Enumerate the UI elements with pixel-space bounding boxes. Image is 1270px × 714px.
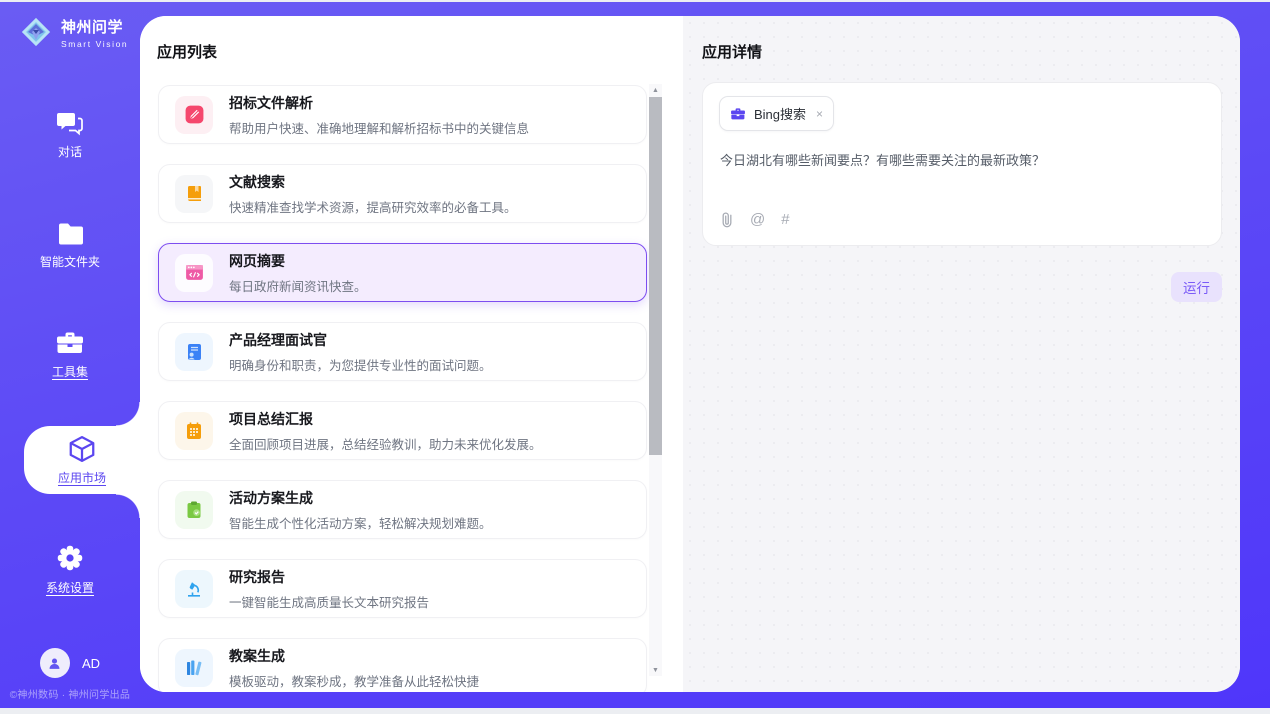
scrollbar-thumb[interactable] <box>649 97 662 455</box>
summary-icon <box>175 412 213 450</box>
interviewer-icon <box>175 333 213 371</box>
scrollbar-up-arrow[interactable]: ▲ <box>649 84 662 96</box>
app-detail-panel: 应用详情 Bing搜索 × 今日湖北有哪些新闻要点？有哪些需要关注的最新政策？ <box>683 16 1240 692</box>
active-tab-notch-bottom <box>116 494 140 518</box>
cube-icon <box>67 434 97 464</box>
prompt-input[interactable]: 今日湖北有哪些新闻要点？有哪些需要关注的最新政策？ <box>720 151 1204 171</box>
run-button[interactable]: 运行 <box>1171 272 1222 302</box>
app-desc: 明确身份和职责，为您提供专业性的面试问题。 <box>229 355 492 374</box>
app-card-event-plan[interactable]: 活动方案生成 智能生成个性化活动方案，轻松解决规划难题。 <box>158 480 647 539</box>
app-title: 研究报告 <box>229 567 429 587</box>
app-desc: 每日政府新闻资讯快查。 <box>229 276 367 295</box>
hashtag-icon[interactable]: # <box>781 211 789 228</box>
app-desc: 智能生成个性化活动方案，轻松解决规划难题。 <box>229 513 492 532</box>
paperclip-icon[interactable] <box>720 211 734 228</box>
sidebar-item-toolset[interactable]: 工具集 <box>0 330 140 380</box>
app-desc: 模板驱动，教案秒成，教学准备从此轻松快捷 <box>229 671 479 690</box>
attachment-toolbar: @ # <box>720 211 790 228</box>
mention-icon[interactable]: @ <box>750 211 765 228</box>
folder-icon <box>56 222 84 246</box>
tool-tag-label: Bing搜索 <box>754 104 806 123</box>
person-icon <box>46 655 63 672</box>
app-desc: 快速精准查找学术资源，提高研究效率的必备工具。 <box>229 197 517 216</box>
document-edit-icon <box>175 96 213 134</box>
sidebar-item-app-market[interactable]: 应用市场 <box>24 426 140 494</box>
app-desc: 帮助用户快速、准确地理解和解析招标书中的关键信息 <box>229 118 529 137</box>
sidebar-item-settings[interactable]: 系统设置 <box>0 544 140 596</box>
app-list-panel: 应用列表 招标文件解析 帮助用户快速、准确地理解和解析招标书中的关键信息 <box>140 16 683 692</box>
app-title: 项目总结汇报 <box>229 409 542 429</box>
app-card-research-report[interactable]: 研究报告 一键智能生成高质量长文本研究报告 <box>158 559 647 618</box>
diamond-logo-icon <box>18 14 54 50</box>
app-card-bid-parsing[interactable]: 招标文件解析 帮助用户快速、准确地理解和解析招标书中的关键信息 <box>158 85 647 144</box>
sidebar-item-label: 对话 <box>58 143 82 160</box>
app-title: 产品经理面试官 <box>229 330 492 350</box>
sidebar-item-label: 系统设置 <box>46 579 94 596</box>
active-tab-notch-top <box>116 402 140 426</box>
app-desc: 一键智能生成高质量长文本研究报告 <box>229 592 429 611</box>
sidebar-item-label: 智能文件夹 <box>40 253 100 270</box>
app-title: 教案生成 <box>229 646 479 666</box>
app-list-title: 应用列表 <box>157 41 217 62</box>
scrollbar-down-arrow[interactable]: ▼ <box>649 664 662 676</box>
chat-icon <box>56 110 84 136</box>
plan-check-icon <box>175 491 213 529</box>
main-content: 应用列表 招标文件解析 帮助用户快速、准确地理解和解析招标书中的关键信息 <box>140 16 1240 692</box>
app-title: 招标文件解析 <box>229 93 529 113</box>
brand-name: 神州问学 <box>61 16 128 37</box>
prompt-card: Bing搜索 × 今日湖北有哪些新闻要点？有哪些需要关注的最新政策？ @ # <box>702 82 1222 246</box>
avatar <box>40 648 70 678</box>
copyright-footer: ©神州数码 · 神州问学出品 <box>0 686 140 701</box>
app-frame: 神州问学 Smart Vision 对话 智能文件夹 工具集 <box>0 2 1270 708</box>
sidebar-item-label: 工具集 <box>52 363 88 380</box>
sidebar-item-chat[interactable]: 对话 <box>0 110 140 160</box>
app-card-literature-search[interactable]: 文献搜索 快速精准查找学术资源，提高研究效率的必备工具。 <box>158 164 647 223</box>
app-title: 文献搜索 <box>229 172 517 192</box>
sidebar: 神州问学 Smart Vision 对话 智能文件夹 工具集 <box>0 2 140 708</box>
brand-logo: 神州问学 Smart Vision <box>18 14 128 50</box>
list-scrollbar[interactable]: ▲ ▼ <box>649 84 662 676</box>
app-card-pm-interviewer[interactable]: 产品经理面试官 明确身份和职责，为您提供专业性的面试问题。 <box>158 322 647 381</box>
book-icon <box>175 175 213 213</box>
briefcase-icon <box>730 107 746 121</box>
tool-tag-bing-search[interactable]: Bing搜索 × <box>719 96 834 131</box>
brand-tagline: Smart Vision <box>61 39 128 49</box>
toolbox-icon <box>55 330 85 356</box>
webpage-icon <box>175 254 213 292</box>
app-detail-title: 应用详情 <box>702 41 762 62</box>
app-card-lesson-plan[interactable]: 教案生成 模板驱动，教案秒成，教学准备从此轻松快捷 <box>158 638 647 692</box>
books-icon <box>175 649 213 687</box>
app-card-web-summary-selected[interactable]: 网页摘要 每日政府新闻资讯快查。 <box>158 243 647 302</box>
sidebar-item-label: 应用市场 <box>58 469 106 486</box>
microscope-icon <box>175 570 213 608</box>
app-title: 活动方案生成 <box>229 488 492 508</box>
app-title: 网页摘要 <box>229 251 367 271</box>
gear-icon <box>56 544 84 572</box>
app-list: 招标文件解析 帮助用户快速、准确地理解和解析招标书中的关键信息 文献搜索 <box>158 85 647 692</box>
app-card-project-summary[interactable]: 项目总结汇报 全面回顾项目进展，总结经验教训，助力未来优化发展。 <box>158 401 647 460</box>
sidebar-item-smart-folder[interactable]: 智能文件夹 <box>0 222 140 270</box>
user-name: AD <box>82 656 100 671</box>
user-account[interactable]: AD <box>0 648 140 678</box>
app-desc: 全面回顾项目进展，总结经验教训，助力未来优化发展。 <box>229 434 542 453</box>
tag-close-icon[interactable]: × <box>816 107 823 121</box>
